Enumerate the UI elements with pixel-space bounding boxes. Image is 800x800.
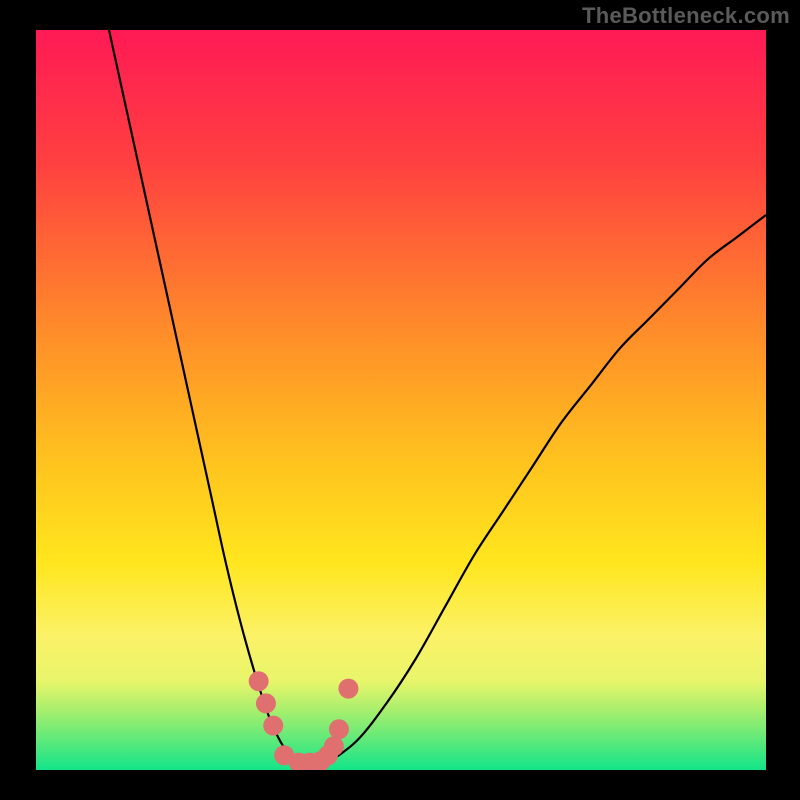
highlight-marker bbox=[338, 679, 358, 699]
plot-area bbox=[36, 30, 766, 770]
watermark-text: TheBottleneck.com bbox=[582, 3, 790, 29]
chart-svg bbox=[36, 30, 766, 770]
chart-frame: TheBottleneck.com bbox=[0, 0, 800, 800]
highlight-marker bbox=[263, 716, 283, 736]
highlight-marker bbox=[249, 671, 269, 691]
highlight-marker bbox=[324, 736, 344, 756]
highlight-marker bbox=[329, 719, 349, 739]
gradient-background bbox=[36, 30, 766, 770]
highlight-marker bbox=[256, 693, 276, 713]
